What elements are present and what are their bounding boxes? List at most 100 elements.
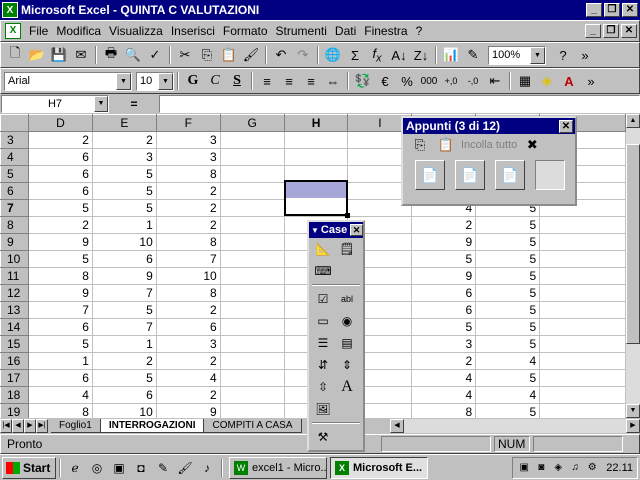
cell[interactable]: 4 — [28, 386, 93, 404]
cell[interactable]: 5 — [475, 335, 541, 353]
merge-center-icon[interactable]: ⇔ — [322, 70, 344, 92]
paint-icon[interactable]: 🖌 — [174, 458, 196, 478]
formula-input[interactable] — [159, 95, 640, 113]
undo-icon[interactable]: ↶ — [270, 44, 292, 66]
cell[interactable]: 6 — [28, 182, 93, 200]
cell[interactable]: 5 — [28, 335, 93, 353]
formula-equals[interactable]: = — [109, 97, 159, 111]
cell[interactable]: 2 — [92, 352, 157, 370]
first-sheet-icon[interactable]: |◀ — [0, 419, 12, 433]
taskbar-item-excel1[interactable]: W excel1 - Micro... — [229, 456, 327, 479]
decrease-decimal-icon[interactable]: -,0 — [462, 70, 484, 92]
cell[interactable] — [539, 369, 626, 387]
cell[interactable]: 5 — [92, 199, 157, 217]
chart-wizard-icon[interactable]: 📊 — [440, 44, 462, 66]
last-sheet-icon[interactable]: ▶| — [36, 419, 48, 433]
cell[interactable]: 5 — [475, 369, 541, 387]
cell[interactable]: 7 — [92, 318, 157, 336]
align-center-icon[interactable]: ≡ — [278, 70, 300, 92]
row-header[interactable]: 9 — [0, 233, 29, 251]
row-header[interactable]: 14 — [0, 318, 29, 336]
spelling-icon[interactable]: ✓ — [144, 44, 166, 66]
email-icon[interactable]: ✉ — [70, 44, 92, 66]
cell[interactable] — [284, 131, 349, 149]
menu-item-dati[interactable]: Dati — [331, 24, 360, 38]
cell[interactable] — [220, 369, 285, 387]
chevron-down-icon[interactable]: ▼ — [116, 72, 131, 90]
cell[interactable]: 5 — [475, 301, 541, 319]
cell[interactable]: 2 — [28, 131, 93, 149]
chevron-down-icon[interactable]: ▼ — [94, 96, 108, 112]
paste-all-icon[interactable]: 📋 — [435, 134, 457, 156]
button-control-icon[interactable]: ▭ — [313, 311, 333, 331]
cell[interactable]: 8 — [156, 233, 221, 251]
minimize-button[interactable]: _ — [586, 3, 602, 17]
redo-icon[interactable]: ↷ — [292, 44, 314, 66]
start-button[interactable]: Start — [2, 456, 56, 479]
chevron-down-icon[interactable]: ▼ — [158, 72, 173, 90]
cell[interactable]: 3 — [92, 148, 157, 166]
cell[interactable] — [539, 284, 626, 302]
menu-item-strumenti[interactable]: Strumenti — [272, 24, 331, 38]
cell[interactable]: 1 — [92, 335, 157, 353]
cell[interactable]: 2 — [411, 352, 477, 370]
menu-item-formato[interactable]: Formato — [219, 24, 272, 38]
row-header[interactable]: 5 — [0, 165, 29, 183]
align-right-icon[interactable]: ≡ — [300, 70, 322, 92]
cell[interactable]: 2 — [28, 216, 93, 234]
checkbox-icon[interactable]: ☑ — [313, 289, 333, 309]
clipboard-title-bar[interactable]: Appunti (3 di 12) ✕ — [403, 118, 575, 134]
cell[interactable]: 4 — [475, 352, 541, 370]
cell[interactable]: 3 — [156, 335, 221, 353]
selected-cell[interactable] — [284, 180, 348, 216]
cell[interactable] — [539, 216, 626, 234]
toolbox-menu-icon[interactable]: ▼ — [311, 226, 319, 235]
scroll-thumb[interactable] — [626, 144, 640, 344]
textbox-icon[interactable]: abl — [337, 289, 357, 309]
cell[interactable]: 2 — [411, 216, 477, 234]
cell[interactable]: 2 — [156, 301, 221, 319]
cell[interactable] — [220, 148, 285, 166]
cell[interactable]: 10 — [156, 267, 221, 285]
quick-launch-icon[interactable]: ♪ — [196, 458, 218, 478]
scroll-left-icon[interactable]: ◀ — [390, 419, 404, 433]
align-left-icon[interactable]: ≡ — [256, 70, 278, 92]
design-mode-icon[interactable]: 📐 — [313, 239, 333, 259]
cell[interactable]: 2 — [156, 352, 221, 370]
row-header[interactable]: 13 — [0, 301, 29, 319]
workbook-icon[interactable]: X — [5, 23, 21, 39]
cell[interactable] — [220, 165, 285, 183]
cell[interactable]: 1 — [92, 216, 157, 234]
function-icon[interactable]: fx — [366, 44, 388, 66]
cell[interactable] — [220, 352, 285, 370]
drawing-icon[interactable]: ✎ — [462, 44, 484, 66]
clipboard-item-1[interactable]: 📄 — [415, 160, 445, 190]
vertical-scrollbar[interactable]: ▲ ▼ — [626, 114, 640, 418]
cell[interactable]: 2 — [156, 216, 221, 234]
row-header[interactable]: 11 — [0, 267, 29, 285]
cell[interactable]: 4 — [156, 369, 221, 387]
indent-icon[interactable]: ⇤ — [484, 70, 506, 92]
sheet-tab-interrogazioni[interactable]: INTERROGAZIONI — [100, 419, 205, 433]
cell[interactable]: 6 — [28, 369, 93, 387]
cell[interactable]: 8 — [411, 403, 477, 418]
cell[interactable]: 9 — [156, 403, 221, 418]
cell[interactable] — [220, 318, 285, 336]
channels-icon[interactable]: ◘ — [130, 458, 152, 478]
sort-ascending-icon[interactable]: A↓ — [388, 44, 410, 66]
cell[interactable] — [220, 284, 285, 302]
open-icon[interactable]: 📂 — [26, 44, 48, 66]
name-box[interactable]: H7 ▼ — [1, 95, 109, 113]
combobox-icon[interactable]: ▤ — [337, 333, 357, 353]
cell[interactable] — [539, 403, 626, 418]
save-icon[interactable]: 💾 — [48, 44, 70, 66]
row-header[interactable]: 3 — [0, 131, 29, 149]
close-icon[interactable]: ✕ — [350, 224, 363, 236]
cell[interactable]: 8 — [156, 165, 221, 183]
cell[interactable]: 5 — [475, 403, 541, 418]
cell[interactable] — [220, 301, 285, 319]
tray-icon-3[interactable]: ◈ — [551, 461, 565, 475]
font-color-icon[interactable]: A — [558, 70, 580, 92]
outlook-icon[interactable]: ◎ — [86, 458, 108, 478]
cell[interactable]: 9 — [92, 267, 157, 285]
